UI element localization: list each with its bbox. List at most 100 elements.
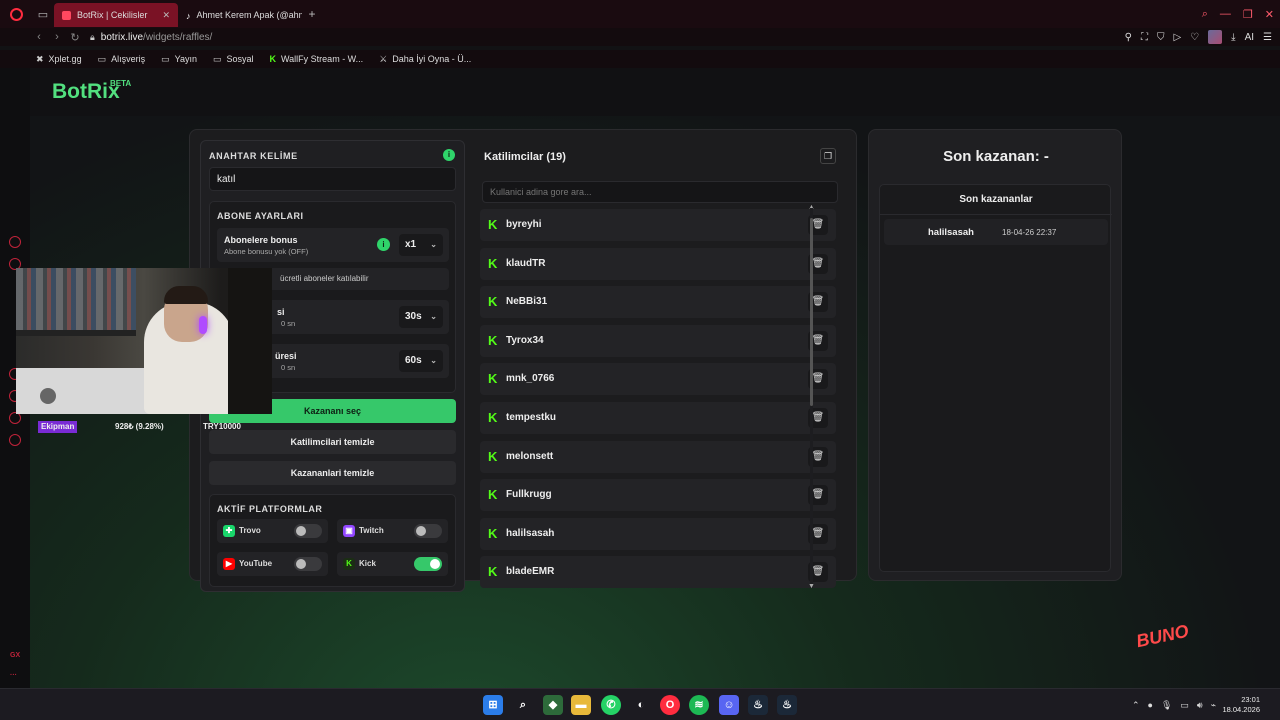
pin-icon[interactable]: ⚲	[1125, 32, 1132, 43]
bookmark-xplet[interactable]: ✖ Xplet.gg	[36, 54, 82, 65]
scroll-down-icon[interactable]: ▼	[808, 583, 815, 590]
microphone-icon[interactable]: 🎙︎	[1161, 700, 1172, 711]
info-icon[interactable]: i	[443, 149, 455, 161]
forward-icon[interactable]: ›	[48, 31, 66, 43]
heart-icon[interactable]: ♡	[1190, 32, 1199, 43]
game-icon: ⚔	[379, 53, 388, 64]
folder-icon: ▭	[97, 53, 107, 64]
sub-bonus-select[interactable]: x1 ⌄	[399, 234, 443, 256]
participant-list[interactable]: Kbyreyhi 🗑︎ KklaudTR 🗑︎ K NeBBi31 🗑︎ K Tyrox34 🗑︎…	[480, 209, 836, 594]
new-tab-button[interactable]: +	[302, 7, 322, 21]
sidebar-app-icon[interactable]	[9, 236, 21, 248]
keyword-input[interactable]	[209, 167, 456, 191]
kick-icon: K	[488, 410, 498, 425]
copy-icon[interactable]: ❐	[820, 148, 836, 164]
participant-row: Kbyreyhi 🗑︎	[480, 209, 836, 241]
participants-title: Katilimcilar (19)	[484, 151, 566, 163]
reload-icon[interactable]: ↻	[66, 31, 84, 44]
recent-winners-title: Son kazananlar	[880, 185, 1112, 215]
network-icon[interactable]: ⌁	[1211, 700, 1216, 711]
opera-gx-icon[interactable]: O	[660, 695, 680, 715]
goal-tag: Ekipman	[38, 421, 78, 433]
close-window-icon[interactable]: ✕	[1265, 8, 1274, 21]
discord-icon[interactable]: ☺	[719, 695, 739, 715]
more-icon[interactable]: ···	[10, 672, 17, 679]
windows-start-icon[interactable]: ⊞	[483, 695, 503, 715]
info-icon[interactable]: i	[377, 238, 390, 251]
xplet-icon: ✖	[36, 53, 44, 64]
tab-menu-icon[interactable]: ▭	[32, 0, 54, 28]
file-explorer-icon[interactable]: ▬	[571, 695, 591, 715]
app-tray-icon[interactable]: ●	[1148, 700, 1153, 710]
goal-progress: 928₺ (9.28%)	[115, 422, 164, 431]
clear-winners-button[interactable]: Kazananlari temizle	[209, 461, 456, 485]
settings-icon[interactable]	[9, 434, 21, 446]
steam-icon[interactable]: ♨	[777, 695, 797, 715]
download-icon[interactable]: ⤓	[1231, 32, 1235, 43]
bookmark-yayin[interactable]: ▭ Yayın	[161, 54, 197, 65]
participant-name: Fullkrugg	[506, 489, 552, 501]
address-bar-actions: ⚲ ⛶ ⛉ ▷ ♡ ⤓ AI ☰	[1125, 28, 1272, 46]
windows-taskbar: ⊞ ⌕ ◆ ▬ ✆ ◐ O ≋ ☺ ♨ ♨ ⌃ ● 🎙︎ ▭ 🔊︎ ⌁ 23:0…	[0, 688, 1280, 720]
opera-logo-icon[interactable]	[0, 0, 32, 28]
bookmark-alisveris[interactable]: ▭ Alışveriş	[98, 54, 146, 65]
taskbar-clock[interactable]: 23:01 18.04.2026	[1222, 695, 1260, 715]
bookmark-sosyal[interactable]: ▭ Sosyal	[213, 54, 254, 65]
shield-icon[interactable]: ⛉	[1157, 32, 1165, 43]
participant-row: Kmnk_0766 🗑︎	[480, 363, 836, 396]
bookmark-daha-iyi-oyna[interactable]: ⚔ Daha İyi Oyna - Ü...	[379, 54, 471, 65]
search-tabs-icon[interactable]: ⌕	[1202, 8, 1208, 21]
window-controls: ⌕ — ❐ ✕	[1202, 0, 1274, 28]
tab-tiktok[interactable]: ♪ Ahmet Kerem Apak (@ahm	[178, 3, 302, 27]
participant-row: Ktempestku 🗑︎	[480, 402, 836, 434]
gaming-app-icon[interactable]: ◆	[543, 695, 563, 715]
menu-icon[interactable]: ☰	[1263, 32, 1272, 43]
ai-icon[interactable]: AI	[1245, 32, 1254, 43]
snapshot-icon[interactable]: ⛶	[1141, 32, 1148, 43]
folder-icon: ▭	[212, 53, 222, 64]
botrix-favicon-icon	[62, 10, 71, 20]
participant-search-input[interactable]	[482, 181, 838, 203]
bookmark-wallfy[interactable]: K WallFy Stream - W...	[270, 54, 364, 64]
timer-2-title: üresi	[275, 351, 297, 361]
spotify-icon[interactable]: ≋	[689, 695, 709, 715]
winner-name: halilsasah	[928, 227, 974, 238]
volume-icon[interactable]: 🔊︎	[1197, 700, 1203, 711]
trovo-toggle[interactable]	[294, 524, 322, 538]
close-tab-icon[interactable]: ✕	[162, 10, 170, 21]
search-icon[interactable]: ⌕	[513, 695, 533, 715]
chevron-up-icon[interactable]: ⌃	[1132, 700, 1140, 711]
url-field[interactable]: botrix.live/widgets/raffles/	[101, 32, 213, 43]
timer-1-select[interactable]: 30s ⌄	[399, 306, 443, 328]
back-icon[interactable]: ‹	[30, 31, 48, 43]
participant-scrollbar[interactable]	[810, 208, 813, 588]
tab-botrix[interactable]: BotRix | Cekilisler ✕	[54, 3, 178, 27]
timer-2-select[interactable]: 60s ⌄	[399, 350, 443, 372]
kick-toggle[interactable]	[414, 557, 442, 571]
platform-youtube: ▶ YouTube	[217, 552, 328, 576]
gx-icon[interactable]: GX	[10, 652, 20, 659]
tiktok-favicon-icon: ♪	[186, 10, 191, 21]
steam-icon[interactable]: ♨	[748, 695, 768, 715]
youtube-icon: ▶	[223, 558, 235, 570]
platform-name: Twitch	[359, 526, 384, 535]
maximize-icon[interactable]: ❐	[1243, 8, 1253, 21]
display-icon[interactable]: ▭	[1180, 700, 1189, 711]
youtube-toggle[interactable]	[294, 557, 322, 571]
last-winner-title: Son kazanan: -	[943, 148, 1049, 165]
participant-name: halilsasah	[506, 527, 555, 539]
active-platforms: AKTİF PLATFORMLAR ✚ Trovo ▣ Twitch ▶ You…	[209, 494, 456, 587]
kick-icon: K	[488, 564, 498, 580]
shelf-edge	[16, 330, 136, 336]
participant-name: bladeEMR	[506, 566, 555, 578]
app-icon[interactable]: ◐	[631, 695, 651, 715]
whatsapp-icon[interactable]: ✆	[601, 695, 621, 715]
minimize-icon[interactable]: —	[1220, 8, 1231, 20]
play-icon[interactable]: ▷	[1173, 32, 1181, 43]
profile-avatar[interactable]	[1208, 30, 1223, 44]
sub-bonus-row: Abonelere bonus Abone bonusu yok (OFF) i…	[217, 228, 449, 262]
kick-icon: K	[488, 371, 498, 387]
participant-name: melonsett	[506, 450, 554, 462]
twitch-toggle[interactable]	[414, 524, 442, 538]
clear-participants-button[interactable]: Katilimcilari temizle	[209, 430, 456, 454]
